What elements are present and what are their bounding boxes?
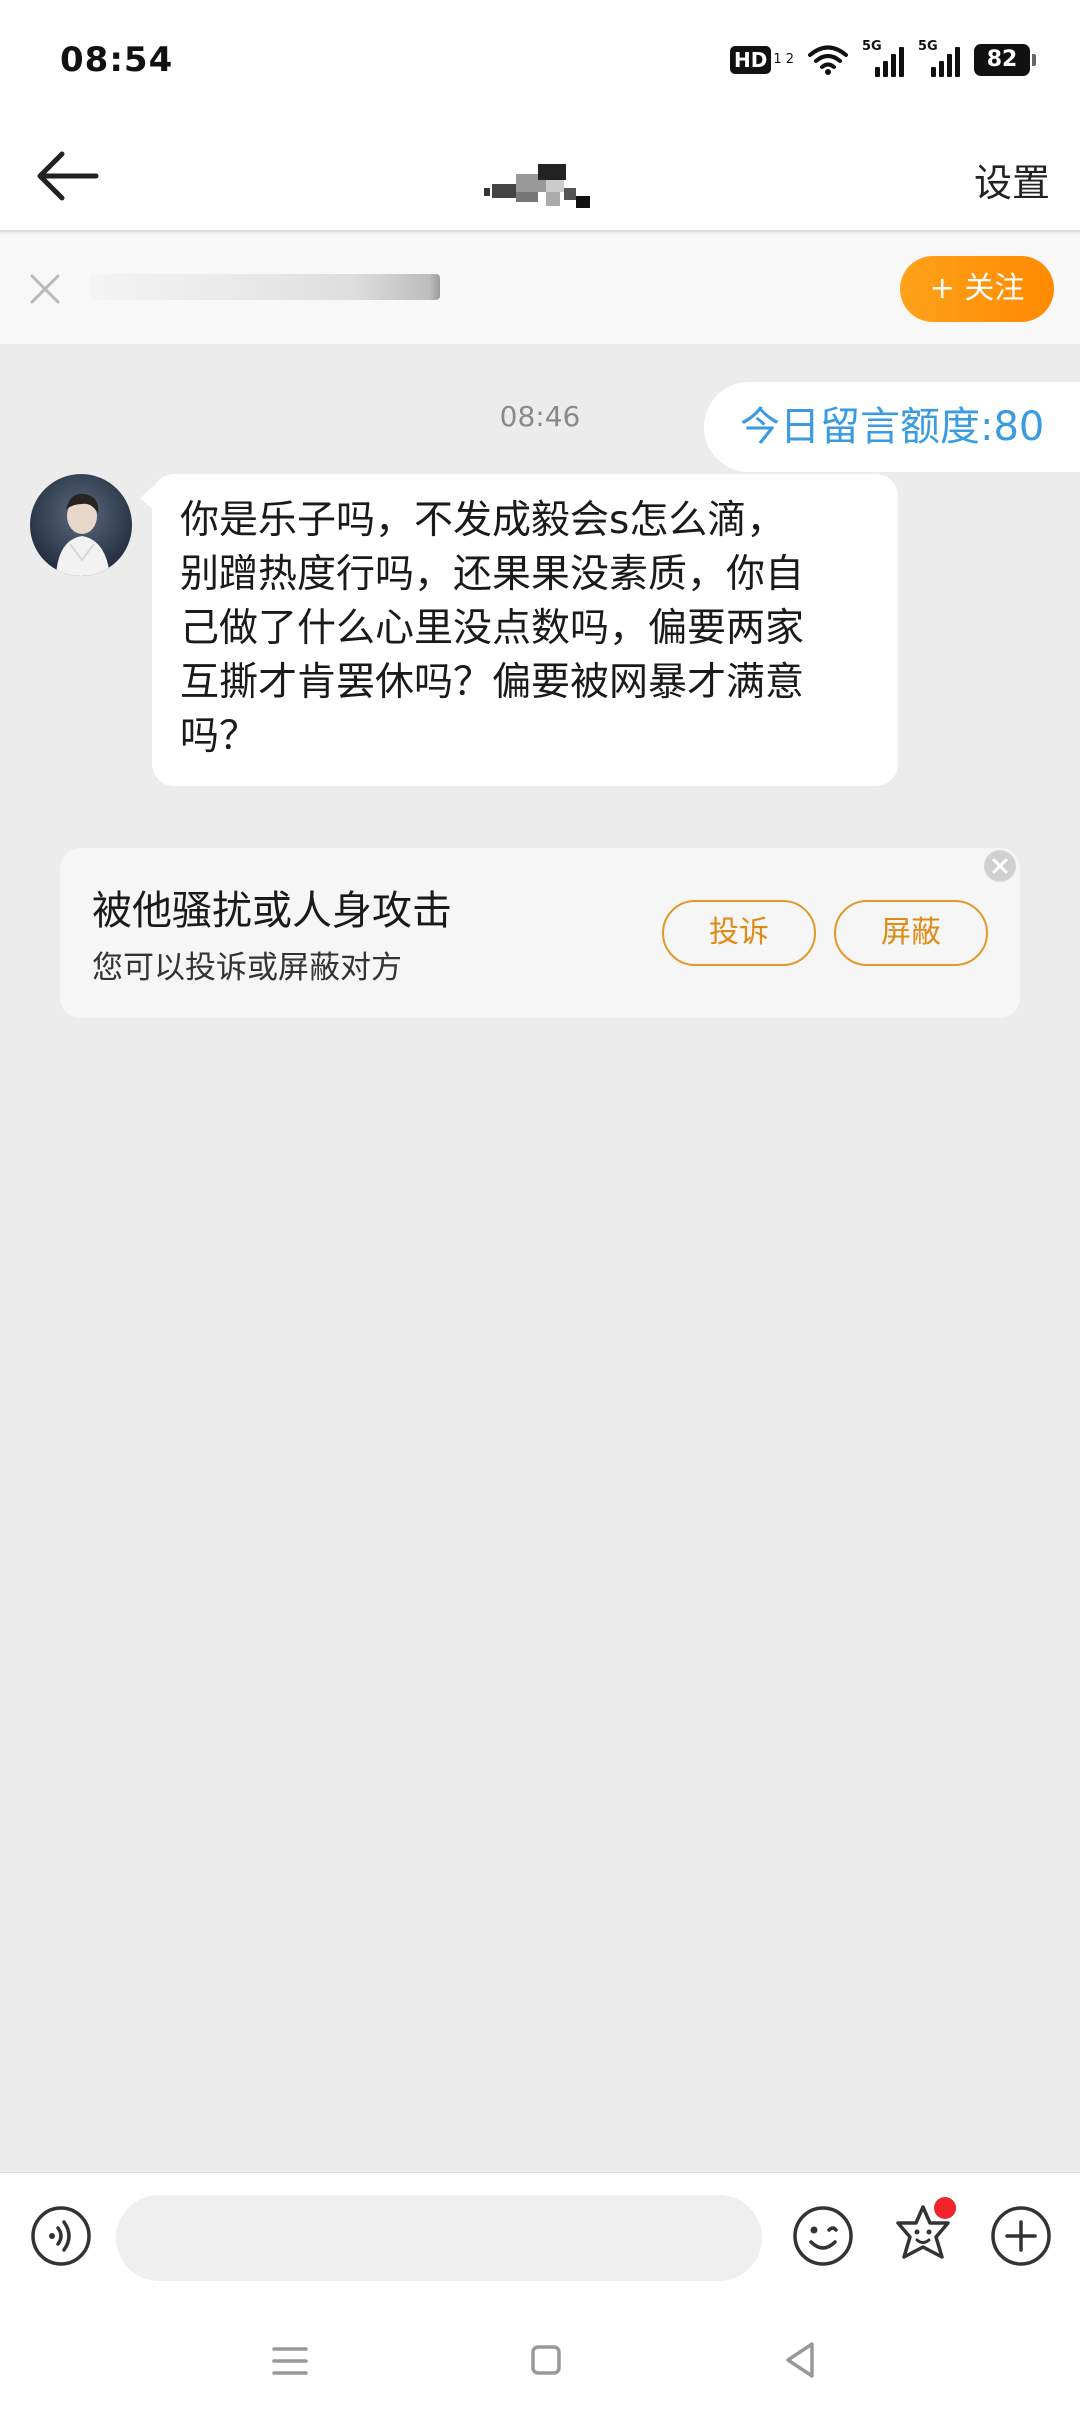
voice-icon[interactable]	[30, 2205, 92, 2267]
status-bar: 08:54 HD 1 2 5G 5G 82	[0, 0, 1080, 120]
cell-signal-icon-1: 5G	[862, 39, 904, 77]
system-back-icon[interactable]	[782, 2340, 818, 2380]
message-line: 别蹭热度行吗，还果果没素质，你自	[180, 552, 805, 597]
pixelated-username	[484, 164, 590, 208]
follow-button[interactable]: + 关注	[900, 256, 1054, 322]
battery-icon: 82	[974, 44, 1036, 76]
hd-sub-label: 1 2	[773, 52, 794, 67]
home-icon[interactable]	[528, 2342, 564, 2378]
message-line: 你是乐子吗，不发成毅会s怎么滴，	[180, 498, 786, 543]
emoji-icon[interactable]	[792, 2205, 854, 2267]
harassment-title: 被他骚扰或人身攻击	[92, 888, 452, 934]
chat-screen: 08:54 HD 1 2 5G 5G 82 设置 + 关注 08:46 今日留言…	[0, 0, 1080, 2412]
harassment-notice-card: 被他骚扰或人身攻击 您可以投诉或屏蔽对方 投诉 屏蔽	[60, 848, 1020, 1018]
status-time: 08:54	[60, 40, 174, 80]
status-icons: HD 1 2 5G 5G 82	[729, 39, 1036, 80]
recent-apps-icon[interactable]	[270, 2344, 310, 2378]
harassment-subtitle: 您可以投诉或屏蔽对方	[92, 950, 402, 986]
daily-message-quota: 今日留言额度:80	[704, 382, 1080, 472]
block-button[interactable]: 屏蔽	[834, 900, 988, 966]
new-badge-dot	[934, 2197, 956, 2219]
blurred-profile-text	[90, 274, 440, 300]
message-input-bar	[0, 2172, 1080, 2302]
system-navigation-bar	[0, 2302, 1080, 2412]
avatar[interactable]	[30, 474, 132, 576]
message-line: 吗？	[180, 714, 259, 759]
report-button[interactable]: 投诉	[662, 900, 816, 966]
message-line: 互撕才肯罢休吗？偏要被网暴才满意	[180, 660, 805, 705]
settings-button[interactable]: 设置	[974, 152, 1050, 207]
wifi-icon	[808, 45, 848, 75]
cell-signal-icon-2: 5G	[918, 39, 960, 77]
arrow-left-icon[interactable]	[36, 148, 100, 204]
nav-bar: 设置	[0, 120, 1080, 232]
card-close-icon[interactable]	[984, 850, 1016, 882]
hd-label: HD	[729, 46, 772, 74]
message-timestamp: 08:46	[499, 400, 581, 433]
plus-icon[interactable]	[990, 2205, 1052, 2267]
battery-level: 82	[986, 47, 1018, 72]
hd-icon: HD 1 2	[729, 46, 794, 74]
message-input[interactable]	[116, 2195, 762, 2281]
avatar-image	[30, 474, 132, 576]
follow-banner: + 关注	[0, 234, 1080, 344]
close-icon[interactable]	[28, 272, 62, 306]
message-line: 己做了什么心里没点数吗，偏要两家	[180, 606, 805, 651]
incoming-message-bubble[interactable]: 你是乐子吗，不发成毅会s怎么滴， 别蹭热度行吗，还果果没素质，你自 己做了什么心…	[152, 474, 898, 786]
